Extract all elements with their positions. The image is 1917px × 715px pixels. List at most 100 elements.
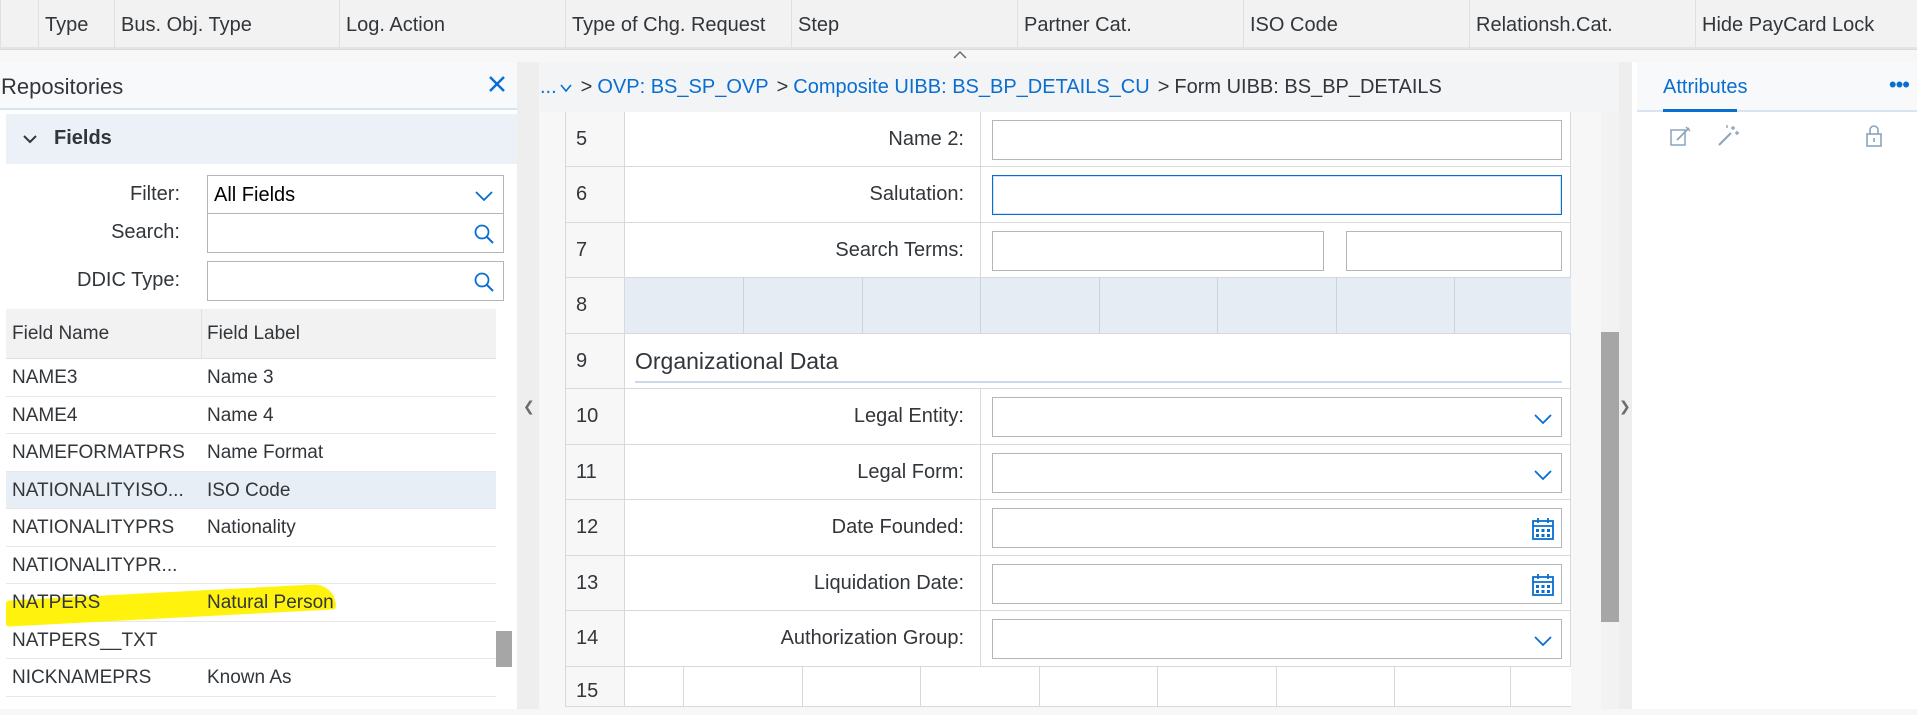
header-divider	[0, 47, 1917, 49]
fields-panel-toggle[interactable]: Fields	[6, 114, 517, 164]
cell-divider	[980, 278, 981, 333]
column-header-relationsh-cat[interactable]: Relationsh.Cat.	[1469, 0, 1695, 50]
field-label-legal-form[interactable]: Legal Form:	[625, 444, 981, 499]
name-2-input[interactable]	[992, 120, 1562, 160]
form-row-9[interactable]: 9 Organizational Data	[565, 333, 1571, 389]
cell-divider	[862, 278, 863, 333]
tab-attributes[interactable]: Attributes	[1663, 76, 1747, 99]
section-title[interactable]: Organizational Data	[635, 348, 838, 375]
field-label-date-founded[interactable]: Date Founded:	[625, 500, 981, 555]
field-label-name-2[interactable]: Name 2:	[625, 112, 981, 166]
cell-divider	[1157, 666, 1158, 706]
scrollbar-thumb[interactable]	[496, 631, 512, 667]
filter-select[interactable]: All Fields	[207, 175, 504, 215]
date-founded-picker[interactable]	[992, 508, 1562, 548]
cell-divider	[1039, 666, 1040, 706]
field-label-search-terms[interactable]: Search Terms:	[625, 222, 981, 277]
field-label: Natural Person	[207, 592, 334, 613]
list-item[interactable]: NAME3 Name 3	[6, 359, 496, 397]
field-label: ISO Code	[207, 479, 291, 501]
vertical-scrollbar[interactable]	[1601, 112, 1619, 709]
chevron-right-icon[interactable]: ❯	[1619, 398, 1631, 415]
right-splitter[interactable]: ❯	[1619, 62, 1632, 709]
row-border	[1570, 333, 1571, 388]
list-item[interactable]: NAMEFORMATPRS Name Format	[6, 434, 496, 472]
column-header-type[interactable]: Type	[38, 0, 114, 50]
legal-entity-select[interactable]	[992, 397, 1562, 437]
field-label: Nationality	[207, 517, 296, 538]
form-row-5[interactable]: 5 Name 2:	[565, 112, 1571, 167]
field-label: Name 3	[207, 367, 274, 388]
search-terms-input-2[interactable]	[1346, 230, 1562, 271]
list-item[interactable]: NICKNAMEPRS Known As	[6, 659, 496, 697]
attributes-tabbar: Attributes •••	[1637, 62, 1917, 112]
column-header-log-action[interactable]: Log. Action	[339, 0, 565, 50]
magic-wand-icon[interactable]	[1716, 124, 1740, 148]
salutation-input[interactable]	[992, 175, 1562, 215]
cell-divider	[1454, 278, 1455, 333]
list-item[interactable]: NATPERS__TXT	[6, 622, 496, 659]
chevron-down-icon	[1534, 469, 1552, 480]
list-item[interactable]: NATIONALITYPRS Nationality	[6, 509, 496, 547]
form-row-8[interactable]: 8	[565, 278, 1571, 334]
chevron-down-icon	[23, 135, 37, 144]
breadcrumb-ovp-link[interactable]: OVP: BS_SP_OVP	[597, 76, 768, 98]
list-scrollbar[interactable]	[496, 359, 514, 709]
field-label: Name Format	[207, 442, 324, 463]
field-label-legal-entity[interactable]: Legal Entity:	[625, 389, 981, 444]
form-row-12[interactable]: 12 Date Founded:	[565, 500, 1571, 556]
field-label-authorization-group[interactable]: Authorization Group:	[625, 611, 981, 666]
column-header-type-of-chg-request[interactable]: Type of Chg. Request	[565, 0, 791, 50]
form-row-6[interactable]: 6 Salutation:	[565, 167, 1571, 223]
list-item-selected[interactable]: NATIONALITYISO... ISO Code	[6, 471, 496, 509]
column-header-hide-paycard-lock[interactable]: Hide PayCard Lock	[1695, 0, 1917, 50]
list-item-highlighted[interactable]: NATPERS Natural Person	[6, 583, 496, 627]
breadcrumb-composite-link[interactable]: Composite UIBB: BS_BP_DETAILS_CU	[793, 76, 1149, 98]
row-border	[1570, 167, 1571, 222]
search-icon[interactable]	[473, 223, 495, 245]
chevron-up-icon[interactable]	[952, 50, 968, 60]
form-row-13[interactable]: 13 Liquidation Date:	[565, 555, 1571, 611]
header-select-column[interactable]	[0, 0, 38, 50]
column-header-partner-cat[interactable]: Partner Cat.	[1017, 0, 1243, 50]
lock-icon[interactable]	[1862, 124, 1886, 148]
liquidation-date-picker[interactable]	[992, 563, 1562, 604]
breadcrumb: ... > OVP: BS_SP_OVP > Composite UIBB: BS_BP…	[539, 62, 1619, 112]
form-row-15[interactable]: 15	[565, 666, 1571, 707]
more-options-icon[interactable]: •••	[1889, 72, 1910, 98]
list-item[interactable]: NATIONALITYPR...	[6, 547, 496, 584]
authorization-group-select[interactable]	[992, 619, 1562, 659]
form-row-10[interactable]: 10 Legal Entity:	[565, 389, 1571, 445]
field-label-liquidation-date[interactable]: Liquidation Date:	[625, 555, 981, 610]
row-number: 7	[565, 222, 625, 277]
chevron-down-icon[interactable]	[559, 83, 573, 93]
column-header-bus-obj-type[interactable]: Bus. Obj. Type	[114, 0, 339, 50]
list-item[interactable]: NAME4 Name 4	[6, 397, 496, 434]
field-label-salutation[interactable]: Salutation:	[625, 167, 981, 222]
row-border	[1570, 500, 1571, 555]
calendar-icon[interactable]	[1531, 517, 1555, 541]
empty-cells[interactable]	[625, 278, 1571, 333]
scrollbar-thumb[interactable]	[1601, 332, 1619, 622]
field-name: NATPERS__TXT	[12, 629, 158, 651]
chevron-left-icon[interactable]: ❮	[523, 398, 535, 415]
column-header-step[interactable]: Step	[791, 0, 1017, 50]
form-row-7[interactable]: 7 Search Terms:	[565, 222, 1571, 278]
column-header-field-name[interactable]: Field Name	[12, 323, 109, 345]
search-input[interactable]	[207, 213, 504, 253]
calendar-icon[interactable]	[1531, 573, 1555, 597]
breadcrumb-more[interactable]: ...	[540, 76, 557, 98]
left-splitter[interactable]: ❮	[517, 62, 539, 709]
row-number: 11	[565, 444, 625, 499]
ddic-type-label: DDIC Type:	[77, 269, 180, 291]
close-icon[interactable]	[487, 74, 507, 94]
form-row-14[interactable]: 14 Authorization Group:	[565, 611, 1571, 667]
column-header-field-label[interactable]: Field Label	[207, 323, 300, 345]
ddic-type-input[interactable]	[207, 261, 504, 301]
form-row-11[interactable]: 11 Legal Form:	[565, 444, 1571, 500]
search-terms-input-1[interactable]	[992, 230, 1324, 271]
legal-form-select[interactable]	[992, 452, 1562, 493]
column-header-iso-code[interactable]: ISO Code	[1243, 0, 1469, 50]
edit-icon[interactable]	[1668, 124, 1692, 148]
search-icon[interactable]	[473, 271, 495, 293]
